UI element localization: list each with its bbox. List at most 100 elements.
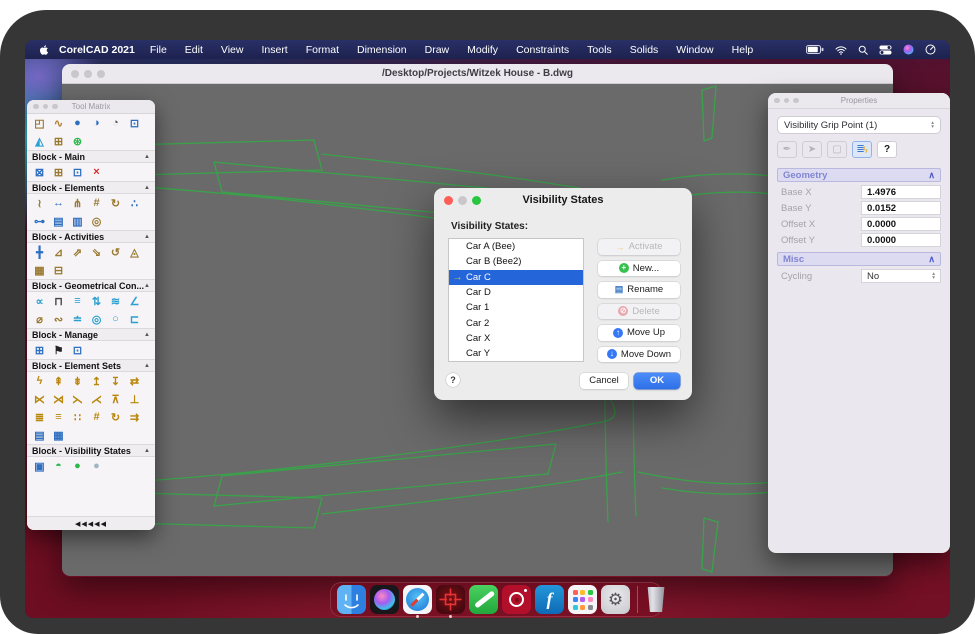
font-book-dock-icon[interactable]: f (535, 585, 564, 614)
tool-icon[interactable]: ∠ (125, 294, 144, 308)
tool-icon[interactable]: ◰ (30, 116, 49, 130)
visibility-states-list[interactable]: Car A (Bee) Car B (Bee2) → Car C Car D C… (448, 238, 584, 362)
collapse-icon[interactable]: ▲ (144, 154, 150, 160)
misc-section-header[interactable]: Misc ∧ (777, 252, 941, 266)
cycling-dropdown[interactable]: No ▴▾ (861, 269, 941, 283)
collapse-icon[interactable]: ▲ (144, 363, 150, 369)
collapse-icon[interactable]: ▲ (144, 283, 150, 289)
section-header-block-main[interactable]: Block - Main▲ (27, 150, 155, 163)
tool-icon[interactable]: ◎ (87, 214, 106, 228)
finder-dock-icon[interactable] (337, 585, 366, 614)
tool-icon[interactable]: ↔ (49, 196, 68, 210)
menu-item[interactable]: Edit (176, 44, 212, 56)
list-item[interactable]: Car B (Bee2) (449, 254, 583, 269)
menu-item[interactable]: Modify (458, 44, 507, 56)
tool-icon[interactable]: ⇟ (68, 374, 87, 388)
palette-titlebar[interactable]: Tool Matrix (27, 100, 155, 114)
tool-icon[interactable]: ↺ (106, 245, 125, 259)
tool-icon[interactable]: ≋ (106, 294, 125, 308)
tool-icon[interactable]: ⇗ (68, 245, 87, 259)
tool-icon[interactable]: ⊞ (49, 134, 68, 148)
dialog-button[interactable]: → Activate (598, 239, 680, 255)
corelcad-dock-icon[interactable] (436, 585, 465, 614)
siri-icon[interactable] (903, 44, 914, 55)
apple-menu-icon[interactable] (39, 44, 49, 56)
dialog-button[interactable]: ⊘ Delete (598, 304, 680, 320)
document-titlebar[interactable]: /Desktop/Projects/Witzek House - B.dwg (62, 64, 893, 84)
palette-overflow-arrows[interactable]: ◀◀◀◀◀ (27, 516, 155, 530)
menu-item[interactable]: Solids (621, 44, 668, 56)
tool-icon[interactable]: ⊓ (49, 294, 68, 308)
tool-icon[interactable]: ≐ (68, 312, 87, 326)
wifi-icon[interactable] (835, 45, 847, 55)
property-value-field[interactable]: 0.0152 (861, 201, 941, 215)
collapse-icon[interactable]: ▲ (144, 448, 150, 454)
list-item[interactable]: Car A (Bee) (449, 239, 583, 254)
tool-icon[interactable]: ⚑ (49, 343, 68, 357)
list-item[interactable]: Car 1 (449, 300, 583, 315)
tool-icon[interactable]: ⇞ (49, 374, 68, 388)
list-item[interactable]: Car 2 (449, 315, 583, 330)
tool-icon[interactable]: ϟ (30, 374, 49, 388)
tool-icon[interactable]: ⋌ (87, 392, 106, 406)
collapse-icon[interactable]: ▲ (144, 234, 150, 240)
menu-item[interactable]: Format (297, 44, 348, 56)
tool-icon[interactable]: ⌀ (30, 312, 49, 326)
tool-icon[interactable]: ◔ (106, 116, 125, 130)
tool-icon[interactable]: ⊏ (125, 312, 144, 326)
menu-item[interactable]: Window (667, 44, 722, 56)
tool-icon[interactable]: ● (68, 459, 87, 473)
chevron-up-icon[interactable]: ∧ (928, 170, 935, 181)
section-header-block-manage[interactable]: Block - Manage▲ (27, 328, 155, 341)
tool-icon[interactable]: ≀ (30, 196, 49, 210)
tool-icon[interactable]: ∝ (30, 294, 49, 308)
property-value-field[interactable]: 0.0000 (861, 217, 941, 231)
list-item[interactable]: Car Y (449, 346, 583, 361)
tool-icon[interactable]: ≣ (30, 410, 49, 424)
tool-icon[interactable]: ⊞ (30, 343, 49, 357)
tool-icon[interactable]: ≡ (49, 410, 68, 424)
dialog-button[interactable]: + New... (598, 261, 680, 277)
list-item[interactable]: → Car C (449, 270, 583, 285)
tool-icon[interactable]: ● (68, 116, 87, 130)
tool-icon[interactable]: ↻ (106, 410, 125, 424)
dialog-button[interactable]: ↓ Move Down (598, 347, 680, 363)
trash-dock-icon[interactable] (645, 585, 667, 614)
tool-icon[interactable]: ▤ (49, 214, 68, 228)
tool-icon[interactable]: ⊡ (125, 116, 144, 130)
pencil-app-dock-icon[interactable] (469, 585, 498, 614)
property-value-field[interactable]: 1.4976 (861, 185, 941, 199)
chevron-up-icon[interactable]: ∧ (928, 254, 935, 265)
tool-icon[interactable]: ∴ (125, 196, 144, 210)
tool-icon[interactable]: ⊟ (49, 263, 68, 277)
clock-icon[interactable] (925, 44, 936, 55)
pointer-select-icon[interactable]: ➤ (802, 141, 822, 158)
tool-icon[interactable]: × (87, 165, 106, 179)
properties-titlebar[interactable]: Properties (768, 93, 950, 109)
tool-icon[interactable]: ⊠ (30, 165, 49, 179)
tool-icon[interactable]: ⇄ (125, 374, 144, 388)
menu-item[interactable]: View (212, 44, 253, 56)
tool-icon[interactable]: ▦ (49, 428, 68, 442)
section-header-block-geometrical[interactable]: Block - Geometrical Con...▲ (27, 279, 155, 292)
menu-item[interactable]: Help (723, 44, 763, 56)
tool-icon[interactable]: ⊡ (68, 165, 87, 179)
tool-icon[interactable]: ∾ (49, 312, 68, 326)
safari-dock-icon[interactable] (403, 585, 432, 614)
geometry-section-header[interactable]: Geometry ∧ (777, 168, 941, 182)
dialog-button[interactable]: ▤ Rename (598, 282, 680, 298)
menu-item[interactable]: File (141, 44, 176, 56)
box-select-icon[interactable]: ▢ (827, 141, 847, 158)
tool-icon[interactable]: ≡ (68, 294, 87, 308)
menu-item[interactable]: Tools (578, 44, 621, 56)
tool-icon[interactable]: # (87, 196, 106, 210)
tool-icon[interactable]: ▥ (68, 214, 87, 228)
launchpad-dock-icon[interactable] (568, 585, 597, 614)
tool-icon[interactable]: ⇅ (87, 294, 106, 308)
section-header-block-activities[interactable]: Block - Activities▲ (27, 230, 155, 243)
tool-icon[interactable]: ╋ (30, 245, 49, 259)
dialog-titlebar[interactable]: Visibility States (434, 188, 692, 212)
tool-icon[interactable]: ◑ (87, 116, 106, 130)
tool-icon[interactable]: ⊞ (49, 165, 68, 179)
properties-help-button[interactable]: ? (877, 141, 897, 158)
